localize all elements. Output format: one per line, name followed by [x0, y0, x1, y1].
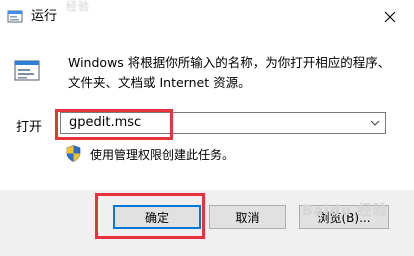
- browse-button[interactable]: 浏览(B)...: [299, 205, 389, 229]
- chevron-down-icon: [370, 120, 380, 126]
- close-icon: [384, 11, 396, 22]
- window-title: 运行: [31, 9, 58, 24]
- cancel-button[interactable]: 取消: [209, 205, 286, 229]
- title-bar: 运行 经验: [0, 0, 414, 34]
- admin-note: 使用管理权限创建此任务。: [90, 148, 235, 162]
- open-combobox[interactable]: [60, 112, 386, 134]
- dialog-footer: 确定 取消 浏览(B)...: [0, 190, 414, 256]
- command-input[interactable]: [63, 113, 363, 133]
- close-button[interactable]: [367, 0, 413, 33]
- dialog-description: Windows 将根据你所输入的名称，为你打开相应的程序、文件夹、文档或 Int…: [68, 55, 391, 90]
- dropdown-button[interactable]: [365, 113, 385, 133]
- run-icon: [14, 60, 40, 81]
- uac-shield-icon: [66, 145, 81, 162]
- title-ghost-text: 经验: [66, 0, 90, 13]
- run-app-icon: [7, 10, 23, 23]
- dialog-content: Windows 将根据你所输入的名称，为你打开相应的程序、文件夹、文档或 Int…: [0, 34, 414, 190]
- open-label: 打开: [16, 120, 43, 135]
- ok-button[interactable]: 确定: [113, 205, 201, 229]
